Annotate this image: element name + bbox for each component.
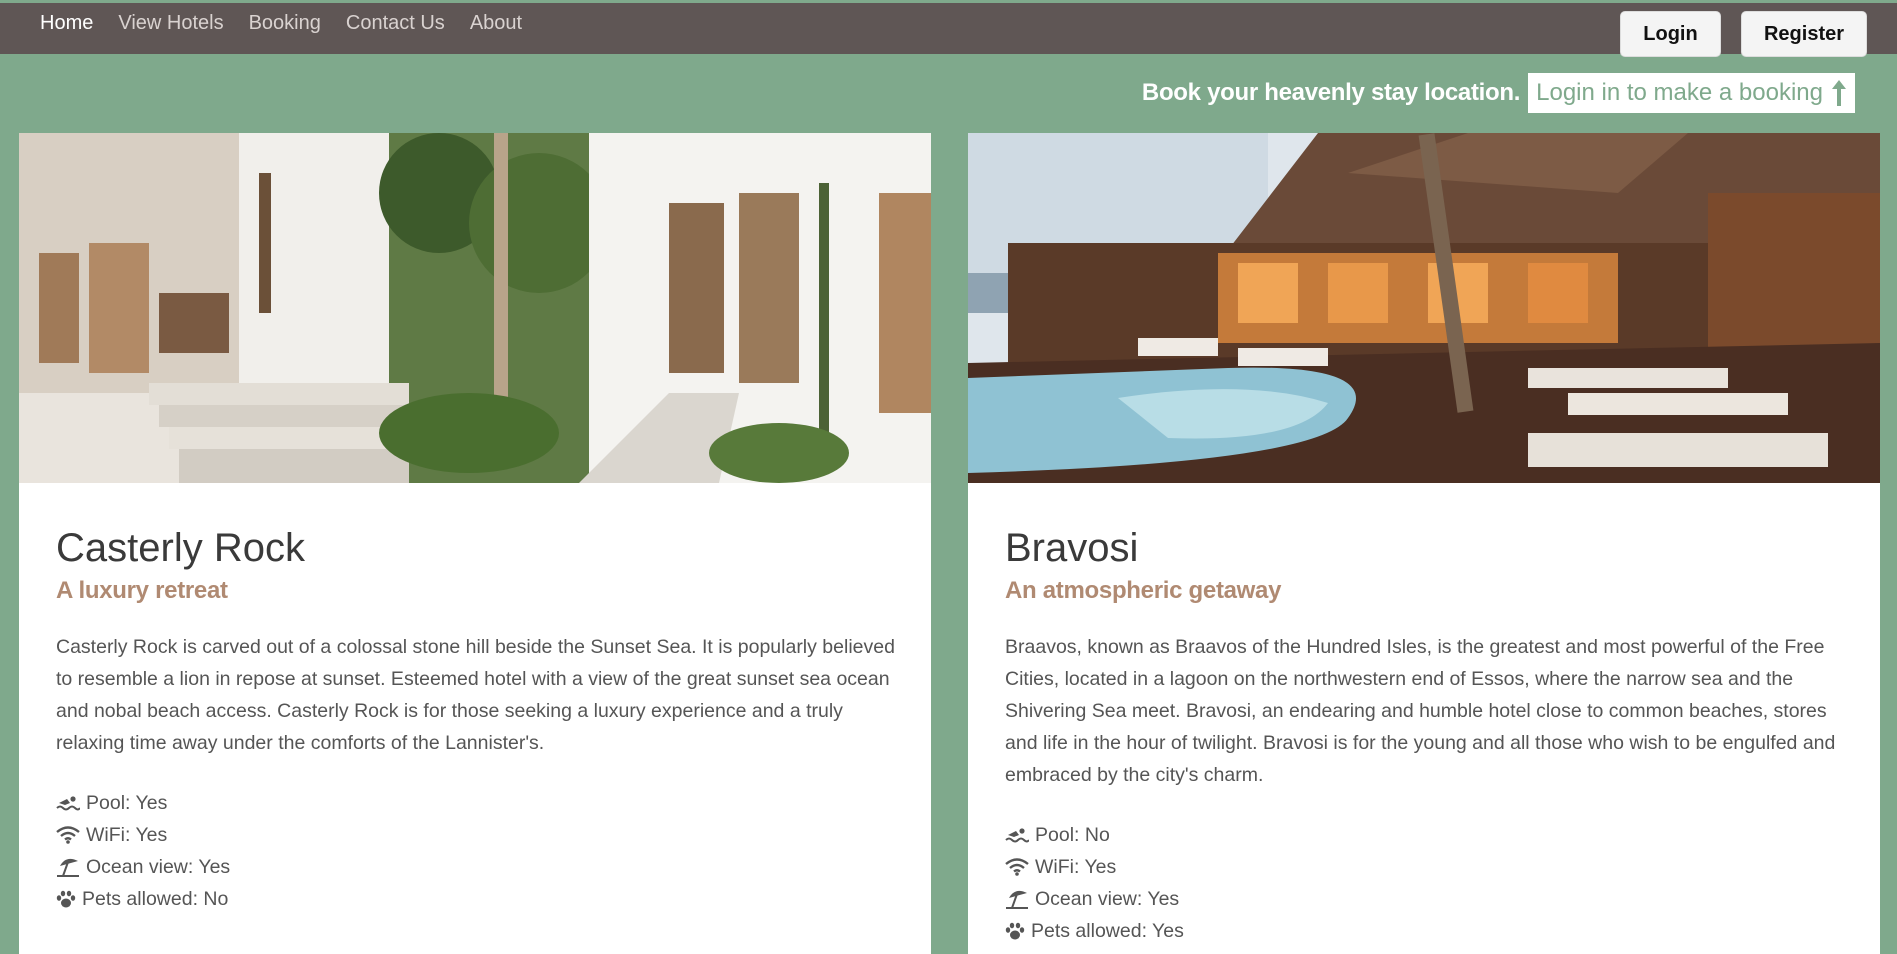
- nav-about-link[interactable]: About: [470, 12, 522, 34]
- amenity-label: WiFi: Yes: [1035, 856, 1117, 878]
- amenities-list: Pool: Yes WiFi: Yes Ocean view: Yes Pets…: [56, 787, 896, 915]
- login-to-book-link[interactable]: Login in to make a booking: [1528, 73, 1855, 113]
- hotel-photo-bravosi: [968, 133, 1880, 483]
- hotel-tagline: An atmospheric getaway: [1005, 577, 1282, 604]
- login-to-book-label: Login in to make a booking: [1536, 79, 1823, 106]
- nav-links: Home View Hotels Booking Contact Us Abou…: [40, 12, 547, 34]
- hotel-name: Casterly Rock: [56, 526, 305, 570]
- booking-prompt: Book your heavenly stay location.: [1141, 79, 1521, 106]
- login-button[interactable]: Login: [1620, 11, 1721, 57]
- hotel-tagline: A luxury retreat: [56, 577, 228, 604]
- amenities-list: Pool: No WiFi: Yes Ocean view: Yes Pets …: [1005, 819, 1845, 947]
- amenity-pets: Pets allowed: Yes: [1005, 915, 1845, 947]
- hotel-card-bravosi: Bravosi An atmospheric getaway Braavos, …: [968, 133, 1880, 954]
- wifi-icon: [56, 826, 80, 844]
- wifi-icon: [1005, 858, 1029, 876]
- nav-view-hotels-link[interactable]: View Hotels: [118, 12, 223, 34]
- booking-bar: Book your heavenly stay location. Login …: [1142, 73, 1855, 113]
- nav-booking-link[interactable]: Booking: [249, 12, 321, 34]
- amenity-label: Ocean view: Yes: [86, 856, 231, 878]
- umbrella-beach-icon: [1006, 890, 1028, 909]
- amenity-pool: Pool: No: [1005, 819, 1845, 851]
- register-button[interactable]: Register: [1741, 11, 1867, 57]
- hotel-card-casterly-rock: Casterly Rock A luxury retreat Casterly …: [19, 133, 931, 954]
- navbar: Home View Hotels Booking Contact Us Abou…: [0, 3, 1897, 57]
- hotel-description: Braavos, known as Braavos of the Hundred…: [1005, 636, 1836, 786]
- amenity-wifi: WiFi: Yes: [1005, 851, 1845, 883]
- swimmer-icon: [1005, 828, 1029, 843]
- paw-icon: [56, 890, 76, 908]
- hotel-card-body: Casterly Rock A luxury retreat Casterly …: [56, 525, 896, 915]
- amenity-label: WiFi: Yes: [86, 824, 168, 846]
- amenity-label: Pets allowed: Yes: [1031, 920, 1184, 942]
- amenity-ocean-view: Ocean view: Yes: [1005, 883, 1845, 915]
- amenity-ocean-view: Ocean view: Yes: [56, 851, 896, 883]
- nav-contact-link[interactable]: Contact Us: [346, 12, 445, 34]
- amenity-pets: Pets allowed: No: [56, 883, 896, 915]
- paw-icon: [1005, 922, 1025, 940]
- umbrella-beach-icon: [57, 858, 79, 877]
- amenity-label: Pets allowed: No: [82, 888, 229, 910]
- hotel-name: Bravosi: [1005, 526, 1139, 570]
- nav-home-link[interactable]: Home: [40, 12, 93, 34]
- amenity-label: Pool: No: [1035, 824, 1110, 846]
- hotel-card-body: Bravosi An atmospheric getaway Braavos, …: [1005, 525, 1845, 947]
- amenity-pool: Pool: Yes: [56, 787, 896, 819]
- amenity-wifi: WiFi: Yes: [56, 819, 896, 851]
- hotel-description: Casterly Rock is carved out of a colossa…: [56, 636, 895, 754]
- arrow-up-icon: [1832, 80, 1846, 106]
- amenity-label: Ocean view: Yes: [1035, 888, 1180, 910]
- hotel-photo-casterly-rock: [19, 133, 931, 483]
- swimmer-icon: [56, 796, 80, 811]
- amenity-label: Pool: Yes: [86, 792, 168, 814]
